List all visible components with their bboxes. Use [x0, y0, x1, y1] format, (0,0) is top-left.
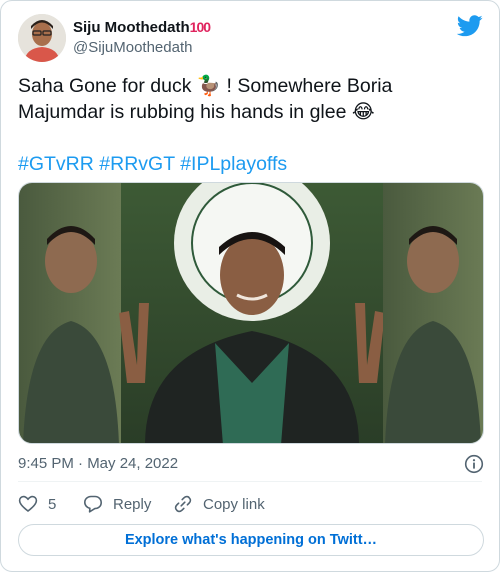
info-icon[interactable] [464, 454, 484, 474]
tweet-header: Siju Moothedath100 @SijuMoothedath [18, 13, 483, 63]
tweet-card: Siju Moothedath100 @SijuMoothedath Saha … [0, 0, 500, 572]
tweet-timestamp[interactable]: 9:45 PM · May 24, 2022 [18, 455, 178, 472]
heart-icon [18, 495, 38, 513]
tweet-text-line-1: Saha Gone for duck 🦆 ! Somewhere Boria [18, 75, 393, 97]
copy-link-button[interactable]: Copy link [173, 491, 265, 517]
tweet-photo[interactable] [18, 182, 484, 444]
avatar[interactable] [18, 14, 66, 62]
display-name-text: Siju Moothedath [73, 19, 190, 36]
copy-link-label: Copy link [203, 495, 265, 513]
tweet-text-line-2: Majumdar is rubbing his hands in glee 😂 [18, 101, 375, 123]
hashtag-row: #GTvRR #RRvGT #IPLplayoffs [18, 151, 484, 177]
like-count: 5 [48, 495, 57, 513]
twitter-bird-icon[interactable] [457, 15, 483, 37]
hashtag-link[interactable]: #RRvGT [99, 153, 175, 175]
reply-button[interactable]: Reply [83, 491, 151, 517]
hashtag-link[interactable]: #IPLplayoffs [180, 153, 287, 175]
photo-illustration [19, 183, 483, 443]
divider [18, 481, 482, 482]
explore-twitter-button[interactable]: Explore what's happening on Twitt… [18, 524, 484, 556]
reply-label: Reply [113, 495, 152, 513]
like-button[interactable]: 5 [18, 491, 56, 517]
reply-bubble-icon [84, 495, 102, 513]
link-icon [174, 495, 192, 513]
hundred-emoji-badge: 100 [189, 19, 211, 35]
timestamp-row: 9:45 PM · May 24, 2022 [18, 454, 484, 474]
user-handle[interactable]: @SijuMoothedath [73, 38, 210, 58]
author-block[interactable]: Siju Moothedath100 @SijuMoothedath [73, 17, 211, 58]
display-name[interactable]: Siju Moothedath100 [73, 17, 211, 38]
hashtag-link[interactable]: #GTvRR [18, 153, 94, 175]
tweet-body: Saha Gone for duck 🦆 ! Somewhere Boria M… [18, 73, 484, 177]
